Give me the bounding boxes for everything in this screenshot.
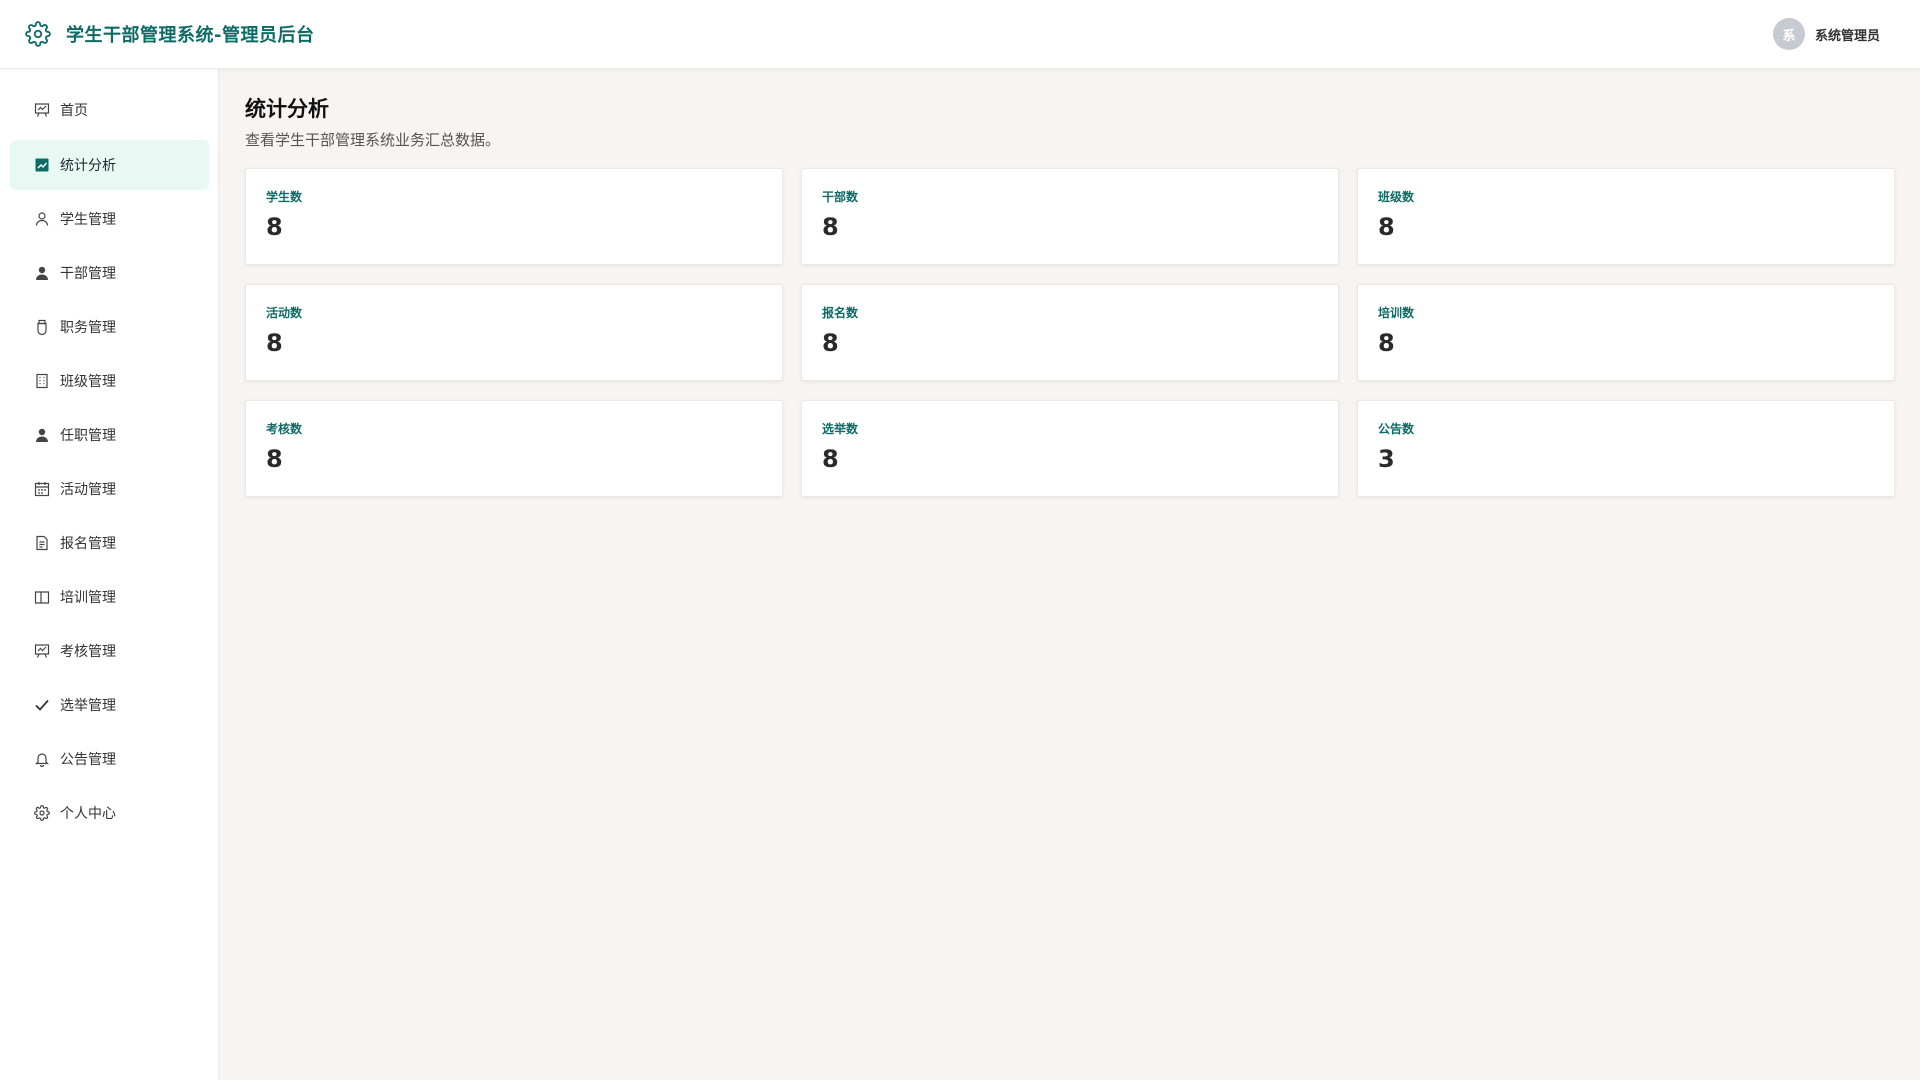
sidebar-item-registrations[interactable]: 报名管理 bbox=[10, 518, 209, 568]
sidebar-item-label: 培训管理 bbox=[60, 590, 116, 606]
document-icon bbox=[34, 535, 50, 551]
avatar[interactable]: 系 bbox=[1772, 18, 1805, 50]
sidebar-item-label: 学生管理 bbox=[60, 212, 116, 228]
sidebar-item-label: 班级管理 bbox=[60, 374, 116, 390]
book-icon bbox=[34, 589, 50, 605]
stat-label: 考核数 bbox=[266, 422, 303, 436]
sidebar-item-label: 公告管理 bbox=[60, 752, 116, 768]
check-icon bbox=[34, 697, 50, 713]
stat-value: 8 bbox=[822, 213, 839, 241]
stat-card-registrations: 报名数 8 bbox=[801, 284, 1339, 381]
sidebar-item-appointments[interactable]: 任职管理 bbox=[10, 410, 209, 460]
stat-value: 8 bbox=[266, 445, 283, 473]
stat-card-classes: 班级数 8 bbox=[1357, 168, 1895, 265]
page-title: 统计分析 bbox=[245, 97, 329, 121]
stat-value: 8 bbox=[822, 329, 839, 357]
sidebar-item-label: 干部管理 bbox=[60, 266, 116, 282]
stat-label: 培训数 bbox=[1378, 306, 1415, 320]
sidebar: 首页 统计分析 学生管理 干部管理 职务管理 班级管理 任职管理 活动管理 报名… bbox=[0, 69, 219, 1080]
brand: 学生干部管理系统-管理员后台 bbox=[24, 20, 314, 48]
stat-value: 8 bbox=[266, 213, 283, 241]
sidebar-item-positions[interactable]: 职务管理 bbox=[10, 302, 209, 352]
presentation-icon bbox=[34, 643, 50, 659]
user-menu[interactable]: 系 系统管理员 bbox=[1772, 18, 1880, 50]
stat-value: 8 bbox=[822, 445, 839, 473]
user-name[interactable]: 系统管理员 bbox=[1815, 25, 1880, 44]
stat-label: 干部数 bbox=[822, 190, 859, 204]
sidebar-item-label: 职务管理 bbox=[60, 320, 116, 336]
top-header: 学生干部管理系统-管理员后台 系 系统管理员 bbox=[0, 0, 1920, 69]
stat-label: 选举数 bbox=[822, 422, 859, 436]
stat-card-elections: 选举数 8 bbox=[801, 400, 1339, 497]
sidebar-item-announcements[interactable]: 公告管理 bbox=[10, 734, 209, 784]
sidebar-item-training[interactable]: 培训管理 bbox=[10, 572, 209, 622]
stat-value: 8 bbox=[1378, 213, 1395, 241]
main-content: 统计分析 查看学生干部管理系统业务汇总数据。 学生数 8 干部数 8 班级数 8… bbox=[219, 69, 1920, 1080]
sidebar-item-profile[interactable]: 个人中心 bbox=[10, 788, 209, 838]
app-title: 学生干部管理系统-管理员后台 bbox=[66, 25, 315, 46]
stat-value: 8 bbox=[1378, 329, 1395, 357]
badge-icon bbox=[34, 319, 50, 335]
user-filled-icon bbox=[34, 265, 50, 281]
sidebar-item-label: 选举管理 bbox=[60, 698, 116, 714]
stat-label: 学生数 bbox=[266, 190, 303, 204]
stat-card-training: 培训数 8 bbox=[1357, 284, 1895, 381]
sidebar-item-label: 首页 bbox=[60, 103, 88, 119]
sidebar-item-label: 任职管理 bbox=[60, 428, 116, 444]
sidebar-item-elections[interactable]: 选举管理 bbox=[10, 680, 209, 730]
stat-card-activities: 活动数 8 bbox=[245, 284, 783, 381]
stat-value: 8 bbox=[266, 329, 283, 357]
presentation-icon bbox=[34, 102, 50, 118]
user-outline-icon bbox=[34, 211, 50, 227]
stat-label: 公告数 bbox=[1378, 422, 1415, 436]
chart-icon bbox=[34, 157, 50, 173]
sidebar-item-students[interactable]: 学生管理 bbox=[10, 194, 209, 244]
page-description: 查看学生干部管理系统业务汇总数据。 bbox=[245, 131, 501, 149]
sidebar-item-activities[interactable]: 活动管理 bbox=[10, 464, 209, 514]
sidebar-item-classes[interactable]: 班级管理 bbox=[10, 356, 209, 406]
stat-card-cadres: 干部数 8 bbox=[801, 168, 1339, 265]
gear-icon bbox=[24, 20, 52, 48]
sidebar-item-label: 考核管理 bbox=[60, 644, 116, 660]
sidebar-item-label: 报名管理 bbox=[60, 536, 116, 552]
sidebar-item-home[interactable]: 首页 bbox=[10, 85, 209, 135]
building-icon bbox=[34, 373, 50, 389]
sidebar-item-label: 统计分析 bbox=[60, 158, 116, 174]
bell-icon bbox=[34, 751, 50, 767]
sidebar-item-label: 活动管理 bbox=[60, 482, 116, 498]
sidebar-item-cadres[interactable]: 干部管理 bbox=[10, 248, 209, 298]
stat-card-assessments: 考核数 8 bbox=[245, 400, 783, 497]
sidebar-item-assessments[interactable]: 考核管理 bbox=[10, 626, 209, 676]
stat-label: 班级数 bbox=[1378, 190, 1415, 204]
stat-card-students: 学生数 8 bbox=[245, 168, 783, 265]
stat-label: 活动数 bbox=[266, 306, 303, 320]
sidebar-item-statistics[interactable]: 统计分析 bbox=[10, 140, 209, 190]
calendar-icon bbox=[34, 481, 50, 497]
sidebar-item-label: 个人中心 bbox=[60, 806, 116, 822]
gear-icon bbox=[34, 805, 50, 821]
user-filled-icon bbox=[34, 427, 50, 443]
stat-label: 报名数 bbox=[822, 306, 859, 320]
stat-card-announcements: 公告数 3 bbox=[1357, 400, 1895, 497]
stat-value: 3 bbox=[1378, 445, 1395, 473]
